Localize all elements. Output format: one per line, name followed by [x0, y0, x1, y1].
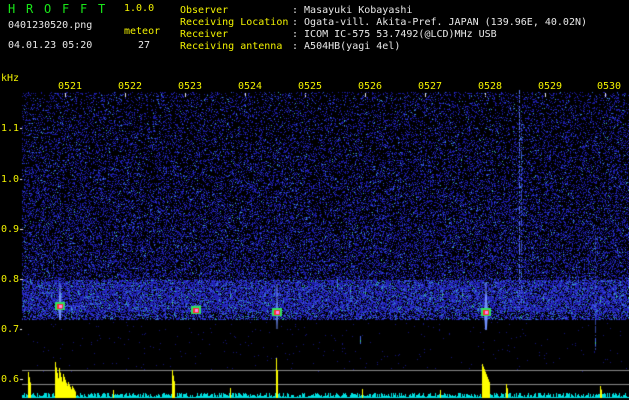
header-panel: H R O F F T 1.0.0 0401230520.png meteor … [0, 0, 629, 80]
info-value-location: : Ogata-vill. Akita-Pref. JAPAN (139.96E… [292, 17, 588, 28]
app-letter-h: H [8, 2, 16, 16]
spectrogram-canvas [0, 80, 629, 400]
info-value-observer: : Masayuki Kobayashi [292, 5, 413, 16]
app-letter-r: R [26, 2, 34, 16]
meteor-label: meteor [124, 26, 161, 37]
info-label-receiver: Receiver [180, 29, 229, 40]
info-label-antenna: Receiving antenna [180, 41, 283, 52]
info-value-antenna: : A504HB(yagi 4el) [292, 41, 401, 52]
file-datetime: 04.01.23 05:20 [8, 40, 93, 51]
app-letter-f1: F [62, 2, 70, 16]
meteor-count: 27 [138, 40, 151, 51]
info-value-receiver: : ICOM IC-575 53.7492(@LCD)MHz USB [292, 29, 497, 40]
app-letter-t: T [98, 2, 106, 16]
app-letter-o: O [44, 2, 52, 16]
app-letter-f2: F [80, 2, 88, 16]
file-name: 0401230520.png [8, 20, 93, 31]
info-label-observer: Observer [180, 5, 229, 16]
info-label-location: Receiving Location [180, 17, 289, 28]
app-version: 1.0.0 [124, 3, 155, 14]
